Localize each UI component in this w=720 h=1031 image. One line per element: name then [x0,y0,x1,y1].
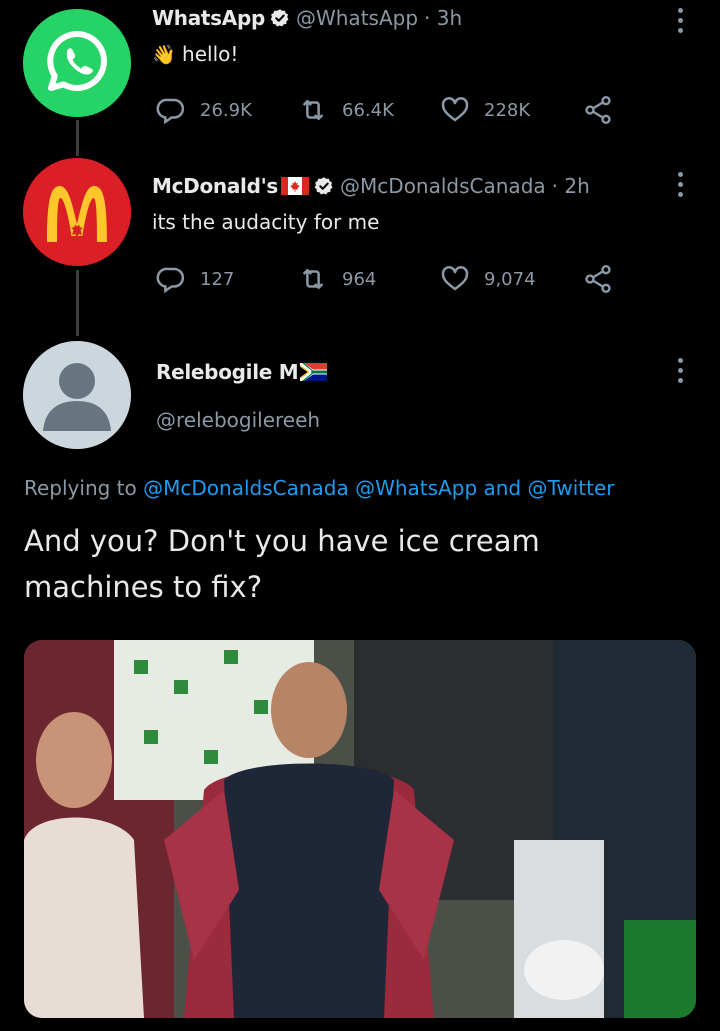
tweet-header: McDonald's @McDonaldsCanada · 2h [152,174,590,198]
reply-text: And you? Don't you have ice cream machin… [24,524,540,604]
replying-to: Replying to @McDonaldsCanada @WhatsApp a… [24,476,615,500]
tweet-thread: WhatsApp @WhatsApp · 3h 👋 hello! 26.9K 6… [0,0,720,1031]
author-handle[interactable]: @WhatsApp [296,6,418,30]
verified-icon [314,177,333,195]
like-count: 228K [484,99,531,121]
retweet-button[interactable]: 964 [298,264,440,294]
tweet-time[interactable]: · 2h [552,174,590,198]
user-avatar[interactable] [23,341,131,449]
waving-hand-emoji: 👋 [152,44,176,66]
reply-icon [156,98,185,125]
reply-handle-row: @relebogilereeh [156,408,320,432]
like-button[interactable]: 228K [440,95,582,125]
mention-link[interactable]: @Twitter [527,476,614,500]
author-handle[interactable]: @McDonaldsCanada [340,174,546,198]
retweet-count: 964 [342,268,377,290]
meme-photo [24,640,696,1018]
mcdonalds-avatar[interactable] [23,158,131,266]
share-icon [585,265,611,293]
retweet-icon [302,100,324,120]
author-handle[interactable]: @relebogilereeh [156,408,320,432]
reply-header: Relebogile M [156,360,328,384]
reply-button[interactable]: 127 [156,264,298,294]
like-icon [441,266,469,291]
tweet-text: 👋 hello! [152,42,239,66]
thread-connector [76,270,79,336]
more-icon[interactable] [678,358,684,383]
more-icon[interactable] [678,172,684,197]
canada-flag-icon [281,177,310,195]
retweet-button[interactable]: 66.4K [298,95,440,125]
reply-count: 127 [200,268,235,290]
mcdonalds-logo-icon [23,158,131,266]
attached-image[interactable] [24,640,696,1018]
retweet-icon [302,269,324,289]
tweet-time[interactable]: · 3h [424,6,462,30]
share-icon [585,96,611,124]
author-name[interactable]: WhatsApp [152,6,265,30]
share-button[interactable] [582,94,628,126]
like-button[interactable]: 9,074 [440,264,582,294]
reply-count: 26.9K [200,99,252,121]
mention-link[interactable]: @McDonaldsCanada [143,476,349,500]
retweet-count: 66.4K [342,99,394,121]
share-button[interactable] [582,263,628,295]
verified-icon [270,9,289,27]
south-africa-flag-icon [300,363,328,381]
tweet-actions: 26.9K 66.4K 228K [156,94,628,126]
tweet-header: WhatsApp @WhatsApp · 3h [152,6,462,30]
more-icon[interactable] [678,8,684,33]
reply-button[interactable]: 26.9K [156,95,298,125]
like-count: 9,074 [484,268,536,290]
tweet-actions: 127 964 9,074 [156,263,628,295]
thread-connector [76,120,79,156]
whatsapp-avatar[interactable] [23,9,131,117]
whatsapp-logo-icon [23,9,131,117]
author-name[interactable]: McDonald's [152,174,278,198]
reply-icon [156,267,185,294]
tweet-text: its the audacity for me [152,210,380,234]
default-avatar-icon [23,341,131,449]
mention-link[interactable]: @WhatsApp [355,476,477,500]
like-icon [441,97,469,122]
author-name[interactable]: Relebogile M [156,360,299,384]
